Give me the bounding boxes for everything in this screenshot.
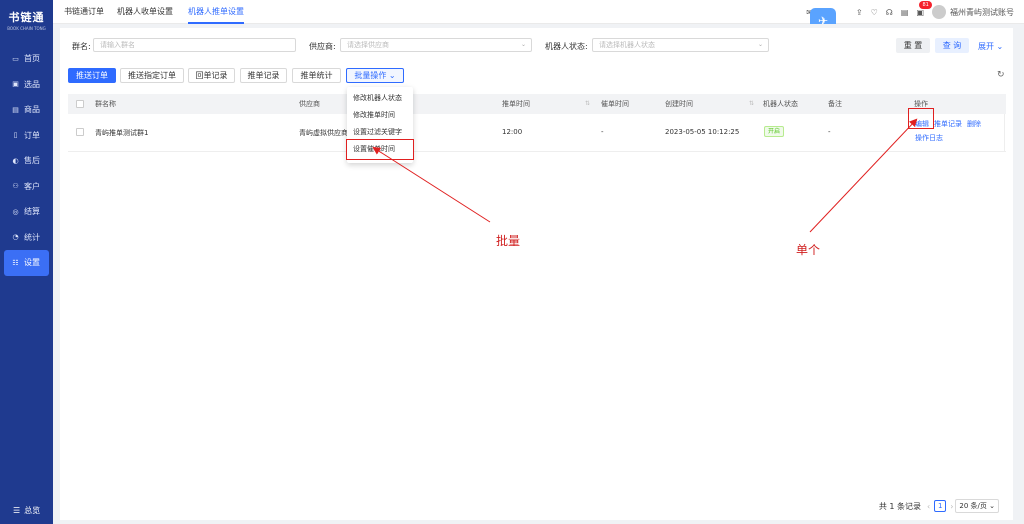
annotation-single: 单个 [796, 243, 821, 257]
batch-arrow [372, 146, 491, 223]
single-arrow [809, 118, 918, 233]
annotation-batch: 批量 [496, 234, 521, 248]
annotation-arrows [372, 118, 918, 233]
